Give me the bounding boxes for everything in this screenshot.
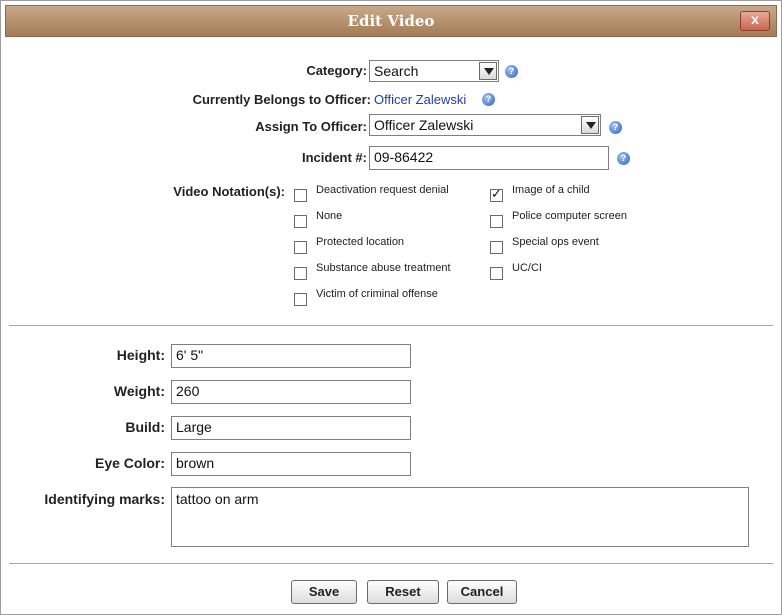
checkbox-label: Police computer screen — [512, 210, 627, 222]
build-label: Build: — [125, 419, 165, 435]
section-divider — [9, 325, 773, 326]
checkmark-icon: ✓ — [491, 186, 502, 201]
checkbox-label: Protected location — [316, 236, 405, 248]
help-icon[interactable]: ? — [482, 93, 495, 106]
weight-input[interactable]: 260 — [171, 380, 411, 404]
footer-divider — [9, 563, 773, 564]
edit-video-dialog: Edit Video x Category: Search ? Currentl… — [0, 0, 782, 615]
incident-label: Incident #: — [301, 150, 367, 165]
close-icon: x — [751, 11, 759, 27]
checkbox-label: Deactivation request denial — [316, 184, 449, 196]
checkbox-label: Image of a child — [512, 184, 590, 196]
officer-link[interactable]: Officer Zalewski — [374, 92, 466, 107]
eye-color-input[interactable]: brown — [171, 452, 411, 476]
cancel-button[interactable]: Cancel — [447, 580, 517, 604]
assign-officer-select[interactable]: Officer Zalewski — [369, 114, 601, 136]
checkbox-victim-of-criminal-offense[interactable] — [294, 293, 307, 306]
belongs-label: Currently Belongs to Officer: — [192, 92, 371, 107]
checkbox-substance-abuse-treatment[interactable] — [294, 267, 307, 280]
help-icon[interactable]: ? — [617, 152, 630, 165]
checkbox-label: Substance abuse treatment — [316, 262, 451, 274]
category-select[interactable]: Search — [369, 60, 499, 82]
weight-label: Weight: — [113, 383, 165, 399]
category-label: Category: — [306, 63, 367, 78]
eye-color-label: Eye Color: — [94, 455, 165, 471]
chevron-down-icon — [581, 116, 599, 134]
help-icon[interactable]: ? — [505, 65, 518, 78]
height-label: Height: — [116, 347, 165, 363]
build-input[interactable]: Large — [171, 416, 411, 440]
checkbox-label: Special ops event — [512, 236, 599, 248]
reset-button[interactable]: Reset — [367, 580, 439, 604]
chevron-down-icon — [479, 62, 497, 80]
checkbox-police-computer-screen[interactable] — [490, 215, 503, 228]
checkbox-uc-ci[interactable] — [490, 267, 503, 280]
assign-officer-value: Officer Zalewski — [374, 117, 474, 133]
height-input[interactable]: 6' 5" — [171, 344, 411, 368]
dialog-titlebar: Edit Video x — [5, 5, 777, 37]
checkbox-image-of-a-child[interactable]: ✓ — [490, 186, 503, 202]
notations-label: Video Notation(s): — [173, 184, 285, 199]
category-value: Search — [374, 63, 419, 79]
identifying-marks-textarea[interactable]: tattoo on arm — [171, 487, 749, 547]
help-icon[interactable]: ? — [609, 121, 622, 134]
checkbox-deactivation-request-denial[interactable] — [294, 189, 307, 202]
checkbox-label: None — [316, 210, 343, 222]
identifying-marks-label: Identifying marks: — [44, 491, 165, 507]
checkbox-label: UC/CI — [512, 262, 542, 274]
assign-label: Assign To Officer: — [255, 119, 367, 134]
incident-input[interactable]: 09-86422 — [369, 146, 609, 170]
save-button[interactable]: Save — [291, 580, 357, 604]
checkbox-label: Victim of criminal offense — [316, 288, 438, 300]
dialog-title: Edit Video — [347, 12, 435, 30]
checkbox-none[interactable] — [294, 215, 307, 228]
close-button[interactable]: x — [740, 11, 770, 31]
checkbox-protected-location[interactable] — [294, 241, 307, 254]
checkbox-special-ops-event[interactable] — [490, 241, 503, 254]
